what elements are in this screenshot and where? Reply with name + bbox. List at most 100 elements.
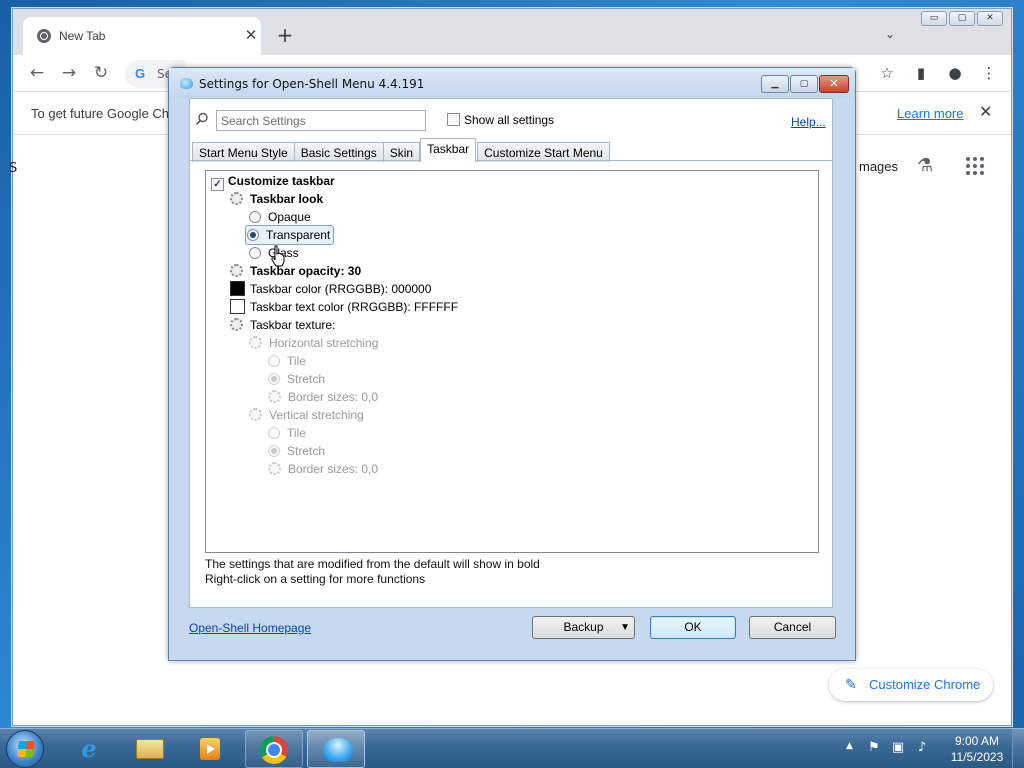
settings-tree: ✓ Customize taskbar Taskbar look Opaque T… [205,170,819,553]
taskbar-opacity-row[interactable]: Taskbar opacity: 30 [230,262,361,280]
taskbar-text-color-row[interactable]: Taskbar text color (RRGGBB): FFFFFF [230,298,458,316]
taskbar-look-row[interactable]: Taskbar look [230,190,323,208]
note-line-2: Right-click on a setting for more functi… [205,572,426,586]
system-tray: ▲ ⚑ ▣ ♪ 9:00 AM 11/5/2023 [838,729,1024,768]
h-tile-label: Tile [287,354,306,368]
taskbar-opacity-label: Taskbar opacity: 30 [250,264,362,278]
glass-radio[interactable] [249,247,261,259]
open-shell-taskbar-icon[interactable] [307,730,365,768]
hand-cursor-icon [271,245,285,267]
opaque-radio[interactable] [249,211,261,223]
profile-avatar-icon[interactable]: ● [945,63,965,83]
opaque-radio-row[interactable]: Opaque [249,208,311,226]
h-stretch-label: Stretch [287,372,326,386]
bookmark-star-icon[interactable]: ☆ [877,63,897,83]
ok-button[interactable]: OK [650,616,736,639]
search-icon [195,112,208,126]
ntp-images-link[interactable]: mages [859,159,898,174]
horizontal-stretching-row: Horizontal stretching [249,334,378,352]
taskbar-color-row[interactable]: Taskbar color (RRGGBB): 000000 [230,280,431,298]
help-link[interactable]: Help... [791,115,826,129]
internet-explorer-icon[interactable]: e [60,730,118,768]
show-hidden-icons-icon[interactable]: ▲ [846,741,853,751]
setting-gear-icon [230,192,243,205]
h-tile-row: Tile [268,352,306,370]
clock[interactable]: 9:00 AM 11/5/2023 [942,733,1012,765]
settings-note: The settings that are modified from the … [205,557,540,587]
chrome-window-controls: ▭ ▢ ✕ [919,11,1003,26]
chrome-taskbar-icon[interactable] [245,730,303,768]
clock-date: 11/5/2023 [950,750,1004,764]
vertical-stretching-label: Vertical stretching [269,408,364,422]
file-explorer-icon[interactable] [120,730,178,768]
minimize-button[interactable]: ▭ [921,11,947,26]
transparent-radio[interactable] [247,229,259,241]
network-icon[interactable]: ▣ [890,740,906,756]
search-settings-input[interactable] [216,110,426,131]
google-g-icon: G [135,66,146,81]
menu-kebab-icon[interactable]: ⋮ [979,63,999,83]
taskbar-texture-row[interactable]: Taskbar texture: [230,316,335,334]
apps-grid-icon[interactable] [966,157,984,175]
taskbar-look-label: Taskbar look [250,192,324,206]
tab-close-icon[interactable]: ✕ [241,26,261,46]
show-all-settings-checkbox[interactable]: Show all settings [447,113,554,127]
cancel-button[interactable]: Cancel [749,616,836,639]
start-button[interactable] [6,730,44,768]
tab-basic-settings[interactable]: Basic Settings [293,142,384,162]
tab-new-tab[interactable]: New Tab ✕ [23,17,261,55]
v-tile-row: Tile [268,424,306,442]
ntp-partial-text: S [9,161,18,176]
customize-chrome-button[interactable]: ✎ Customize Chrome [829,669,993,701]
forward-arrow-icon[interactable]: → [59,63,79,83]
v-border-row: Border sizes: 0,0 [268,460,378,478]
settings-tabs: Start Menu Style Basic Settings Skin Tas… [192,138,610,162]
tab-start-menu-style[interactable]: Start Menu Style [192,142,295,162]
show-desktop-button[interactable] [1012,729,1024,768]
learn-more-link[interactable]: Learn more [897,106,963,121]
infobar-close-icon[interactable]: ✕ [979,102,992,121]
backup-button[interactable]: Backup ▼ [532,616,635,639]
dialog-maximize-button[interactable]: ▢ [790,75,818,93]
back-arrow-icon[interactable]: ← [27,63,47,83]
dialog-body: Show all settings Help... Start Menu Sty… [189,98,833,608]
open-shell-icon [180,78,193,89]
h-stretch-row: Stretch [268,370,325,388]
customize-taskbar-row[interactable]: ✓ Customize taskbar [211,172,335,191]
show-all-label: Show all settings [464,113,555,127]
close-button[interactable]: ✕ [977,11,1003,26]
setting-gear-icon [268,390,281,403]
taskbar: e ▲ ⚑ ▣ ♪ 9:00 AM 11/5/2023 [0,728,1024,768]
tab-customize-start-menu[interactable]: Customize Start Menu [477,142,610,162]
taskbar-tab-panel: ✓ Customize taskbar Taskbar look Opaque T… [190,160,832,607]
vertical-stretching-row: Vertical stretching [249,406,364,424]
dialog-titlebar[interactable]: Settings for Open-Shell Menu 4.4.191 ▁ ▢… [169,68,855,98]
open-shell-homepage-link[interactable]: Open-Shell Homepage [189,621,311,635]
v-stretch-label: Stretch [287,444,326,458]
maximize-button[interactable]: ▢ [949,11,975,26]
tab-skin[interactable]: Skin [382,142,421,162]
v-stretch-row: Stretch [268,442,325,460]
tab-search-chevron-icon[interactable]: ⌄ [885,27,895,41]
customize-taskbar-checkbox[interactable]: ✓ [211,178,224,191]
transparent-radio-row[interactable]: Transparent [244,225,335,245]
labs-flask-icon[interactable]: ⚗ [917,155,933,176]
action-center-flag-icon[interactable]: ⚑ [866,740,882,756]
setting-gear-icon [230,318,243,331]
v-tile-label: Tile [287,426,306,440]
reload-icon[interactable]: ↻ [91,63,111,83]
dialog-minimize-button[interactable]: ▁ [761,75,789,93]
media-player-icon[interactable] [181,730,239,768]
new-tab-button[interactable]: + [275,25,295,45]
transparent-label: Transparent [266,228,331,242]
customize-chrome-label: Customize Chrome [869,677,981,692]
show-all-checkbox-box[interactable] [447,113,460,126]
tab-taskbar[interactable]: Taskbar [420,138,477,162]
setting-gear-icon [268,462,281,475]
side-panel-icon[interactable]: ▮ [911,63,931,83]
tab-title: New Tab [59,29,106,43]
dialog-close-button[interactable]: ✕ [819,75,849,93]
taskbar-color-swatch[interactable] [230,281,245,296]
volume-muted-icon[interactable]: ♪ [914,740,930,756]
taskbar-text-color-swatch[interactable] [230,299,245,314]
